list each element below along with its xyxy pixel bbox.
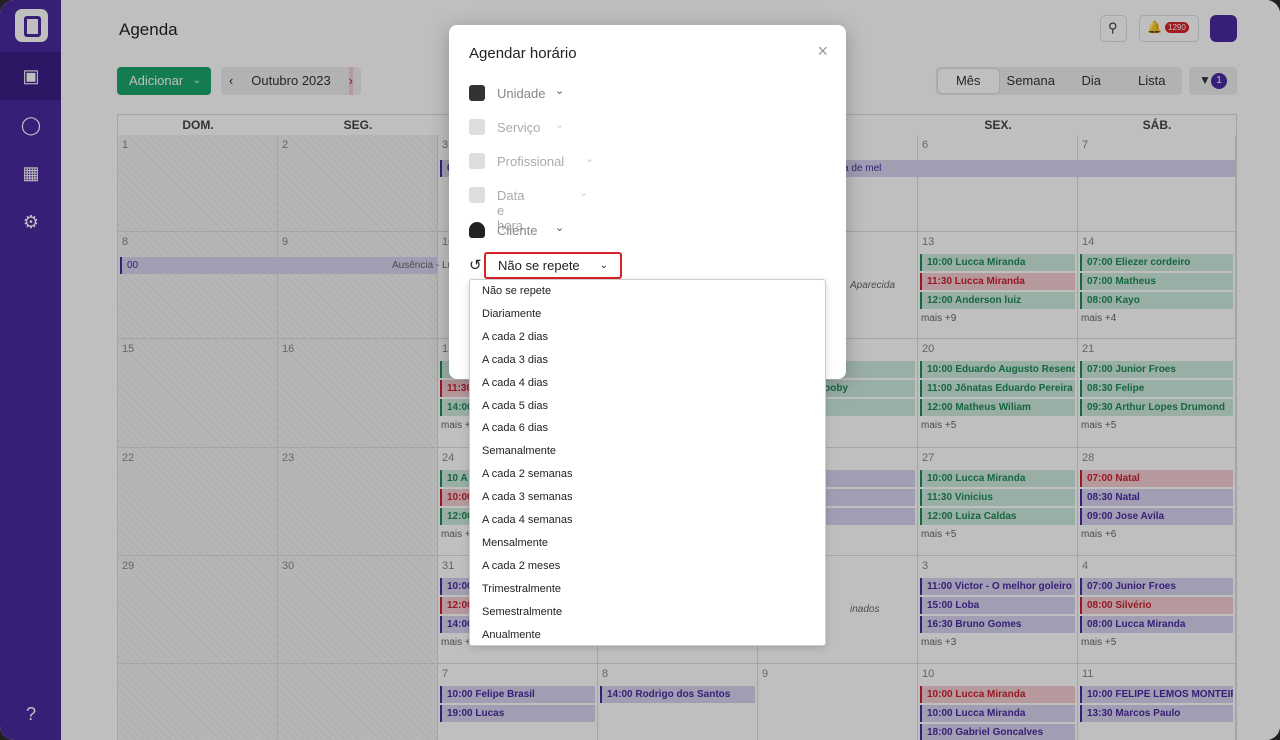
chat-icon xyxy=(469,119,485,135)
person-icon xyxy=(469,222,485,238)
field-label: Cliente xyxy=(497,223,538,238)
dropdown-option[interactable]: A cada 2 dias xyxy=(482,331,548,343)
dropdown-option[interactable]: A cada 6 dias xyxy=(482,422,548,434)
dropdown-option[interactable]: A cada 5 dias xyxy=(482,400,548,412)
store-icon xyxy=(469,85,485,101)
history-icon: ↺ xyxy=(469,257,482,274)
dropdown-option[interactable]: A cada 2 meses xyxy=(482,560,560,572)
chevron-down-icon: ⌄ xyxy=(555,119,565,131)
dropdown-option[interactable]: A cada 2 semanas xyxy=(482,468,573,480)
repeat-dropdown: Não se repete Diariamente A cada 2 dias A c… xyxy=(469,279,826,646)
modal-title: Agendar horário xyxy=(469,45,577,62)
dropdown-option[interactable]: Não se repete xyxy=(482,285,551,297)
dropdown-option[interactable]: A cada 3 dias xyxy=(482,354,548,366)
dropdown-option[interactable]: Diariamente xyxy=(482,308,541,320)
chevron-down-icon: ⌄ xyxy=(599,260,608,271)
chevron-down-icon: ⌄ xyxy=(585,153,595,165)
dropdown-option[interactable]: Anualmente xyxy=(482,629,541,641)
dropdown-option[interactable]: Semestralmente xyxy=(482,606,562,618)
dropdown-option[interactable]: Mensalmente xyxy=(482,537,548,549)
chevron-down-icon: ⌄ xyxy=(555,85,565,97)
chevron-down-icon: ⌄ xyxy=(555,222,565,234)
close-icon[interactable]: × xyxy=(817,41,828,62)
repeat-value: Não se repete xyxy=(498,258,580,273)
field-label: Unidade xyxy=(497,86,546,101)
field-label: Profissional xyxy=(497,154,565,169)
chevron-down-icon: ⌄ xyxy=(579,187,589,199)
calendar-icon xyxy=(469,187,485,203)
dropdown-option[interactable]: A cada 3 semanas xyxy=(482,491,573,503)
field-label: Serviço xyxy=(497,120,541,135)
person-icon xyxy=(469,153,485,169)
dropdown-option[interactable]: A cada 4 semanas xyxy=(482,514,573,526)
dropdown-option[interactable]: Semanalmente xyxy=(482,445,556,457)
dropdown-option[interactable]: A cada 4 dias xyxy=(482,377,548,389)
dropdown-option[interactable]: Trimestralmente xyxy=(482,583,561,595)
repeat-select[interactable]: Não se repete ⌄ xyxy=(484,252,622,279)
